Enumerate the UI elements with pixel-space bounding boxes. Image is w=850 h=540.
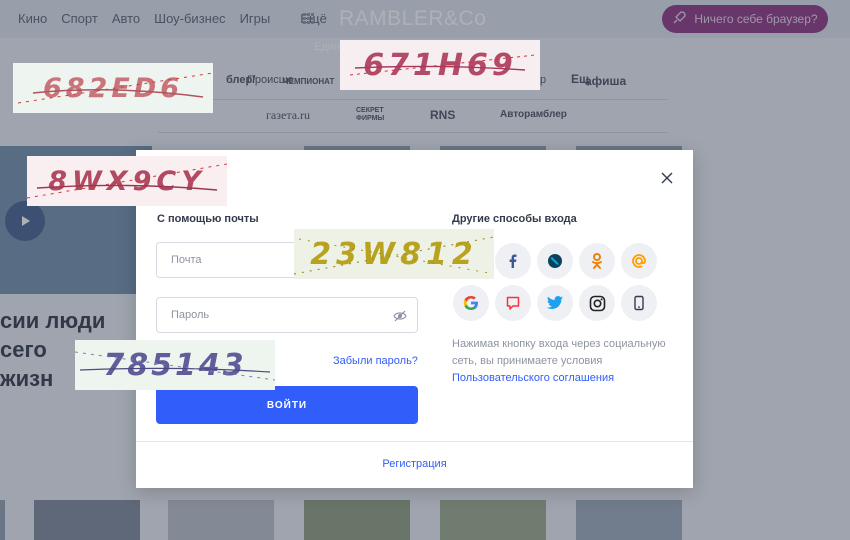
mymail-icon[interactable] — [495, 285, 531, 321]
odnoklassniki-icon[interactable] — [579, 243, 615, 279]
register-link[interactable]: Регистрация — [136, 458, 693, 470]
captcha-noise — [294, 236, 494, 275]
modal-divider — [136, 441, 693, 442]
login-button[interactable]: ВОЙТИ — [156, 386, 418, 424]
mail-at-icon[interactable] — [621, 243, 657, 279]
captcha-image: 682ED6 — [13, 63, 213, 113]
other-methods-title: Другие способы входа — [452, 213, 577, 225]
captcha-image: 8WX9CY — [27, 156, 227, 206]
captcha-noise — [27, 163, 227, 199]
captcha-noise — [75, 351, 275, 381]
password-input[interactable] — [157, 298, 391, 332]
forgot-password-link[interactable]: Забыли пароль? — [333, 355, 418, 367]
user-agreement-link[interactable]: Пользовательского соглашения — [452, 372, 614, 384]
agreement-text: Нажимая кнопку входа через социальную се… — [452, 336, 677, 387]
phone-icon[interactable] — [621, 285, 657, 321]
captcha-noise — [349, 54, 536, 76]
captcha-image: 785143 — [75, 340, 275, 390]
agreement-label: Нажимая кнопку входа через социальную се… — [452, 338, 666, 367]
close-icon[interactable] — [659, 170, 675, 186]
google-icon[interactable] — [453, 285, 489, 321]
twitter-icon[interactable] — [537, 285, 573, 321]
captcha-image: 671H69 — [340, 40, 540, 90]
captcha-image: 23W812 — [294, 229, 494, 279]
facebook-icon[interactable] — [495, 243, 531, 279]
email-section-title: С помощью почты — [157, 213, 259, 225]
eye-icon[interactable] — [393, 309, 407, 322]
captcha-noise — [17, 72, 213, 104]
instagram-icon[interactable] — [579, 285, 615, 321]
livejournal-icon[interactable] — [537, 243, 573, 279]
password-field[interactable] — [156, 297, 418, 333]
